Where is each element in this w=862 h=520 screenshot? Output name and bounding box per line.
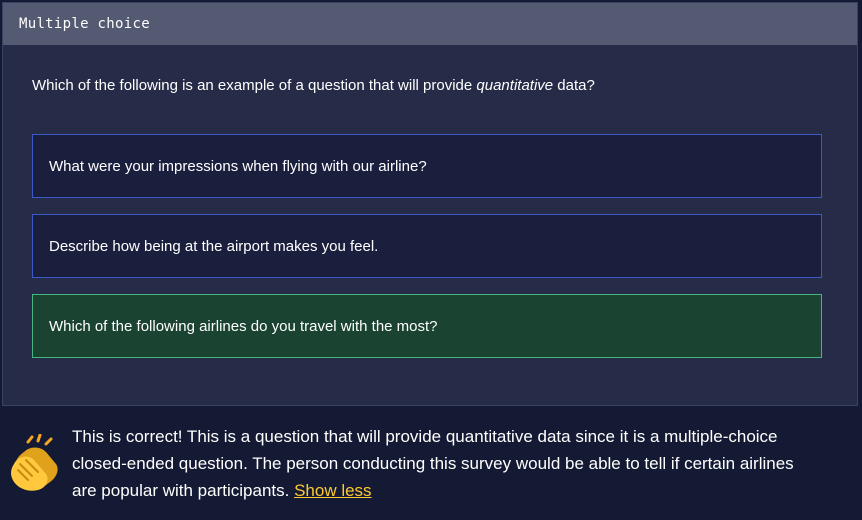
answer-option-label: What were your impressions when flying w… bbox=[49, 157, 427, 175]
answer-option-label: Describe how being at the airport makes … bbox=[49, 237, 379, 255]
clapping-hands-icon bbox=[11, 434, 58, 491]
question-emphasis: quantitative bbox=[476, 77, 554, 94]
answer-option-2[interactable]: Describe how being at the airport makes … bbox=[32, 214, 822, 278]
answer-option-3-correct[interactable]: Which of the following airlines do you t… bbox=[32, 294, 822, 358]
answer-option-1[interactable]: What were your impressions when flying w… bbox=[32, 134, 822, 198]
question-text-before: Which of the following is an example of … bbox=[32, 77, 477, 94]
feedback-message: This is correct! This is a question that… bbox=[72, 423, 812, 504]
card-title: Multiple choice bbox=[19, 16, 150, 32]
question-text: Which of the following is an example of … bbox=[32, 77, 595, 94]
feedback-panel: This is correct! This is a question that… bbox=[0, 406, 862, 520]
answer-option-label: Which of the following airlines do you t… bbox=[49, 317, 438, 335]
question-text-after: data? bbox=[553, 77, 595, 94]
feedback-text: This is correct! This is a question that… bbox=[72, 427, 794, 500]
show-less-link[interactable]: Show less bbox=[294, 481, 371, 500]
card-header: Multiple choice bbox=[3, 3, 857, 45]
